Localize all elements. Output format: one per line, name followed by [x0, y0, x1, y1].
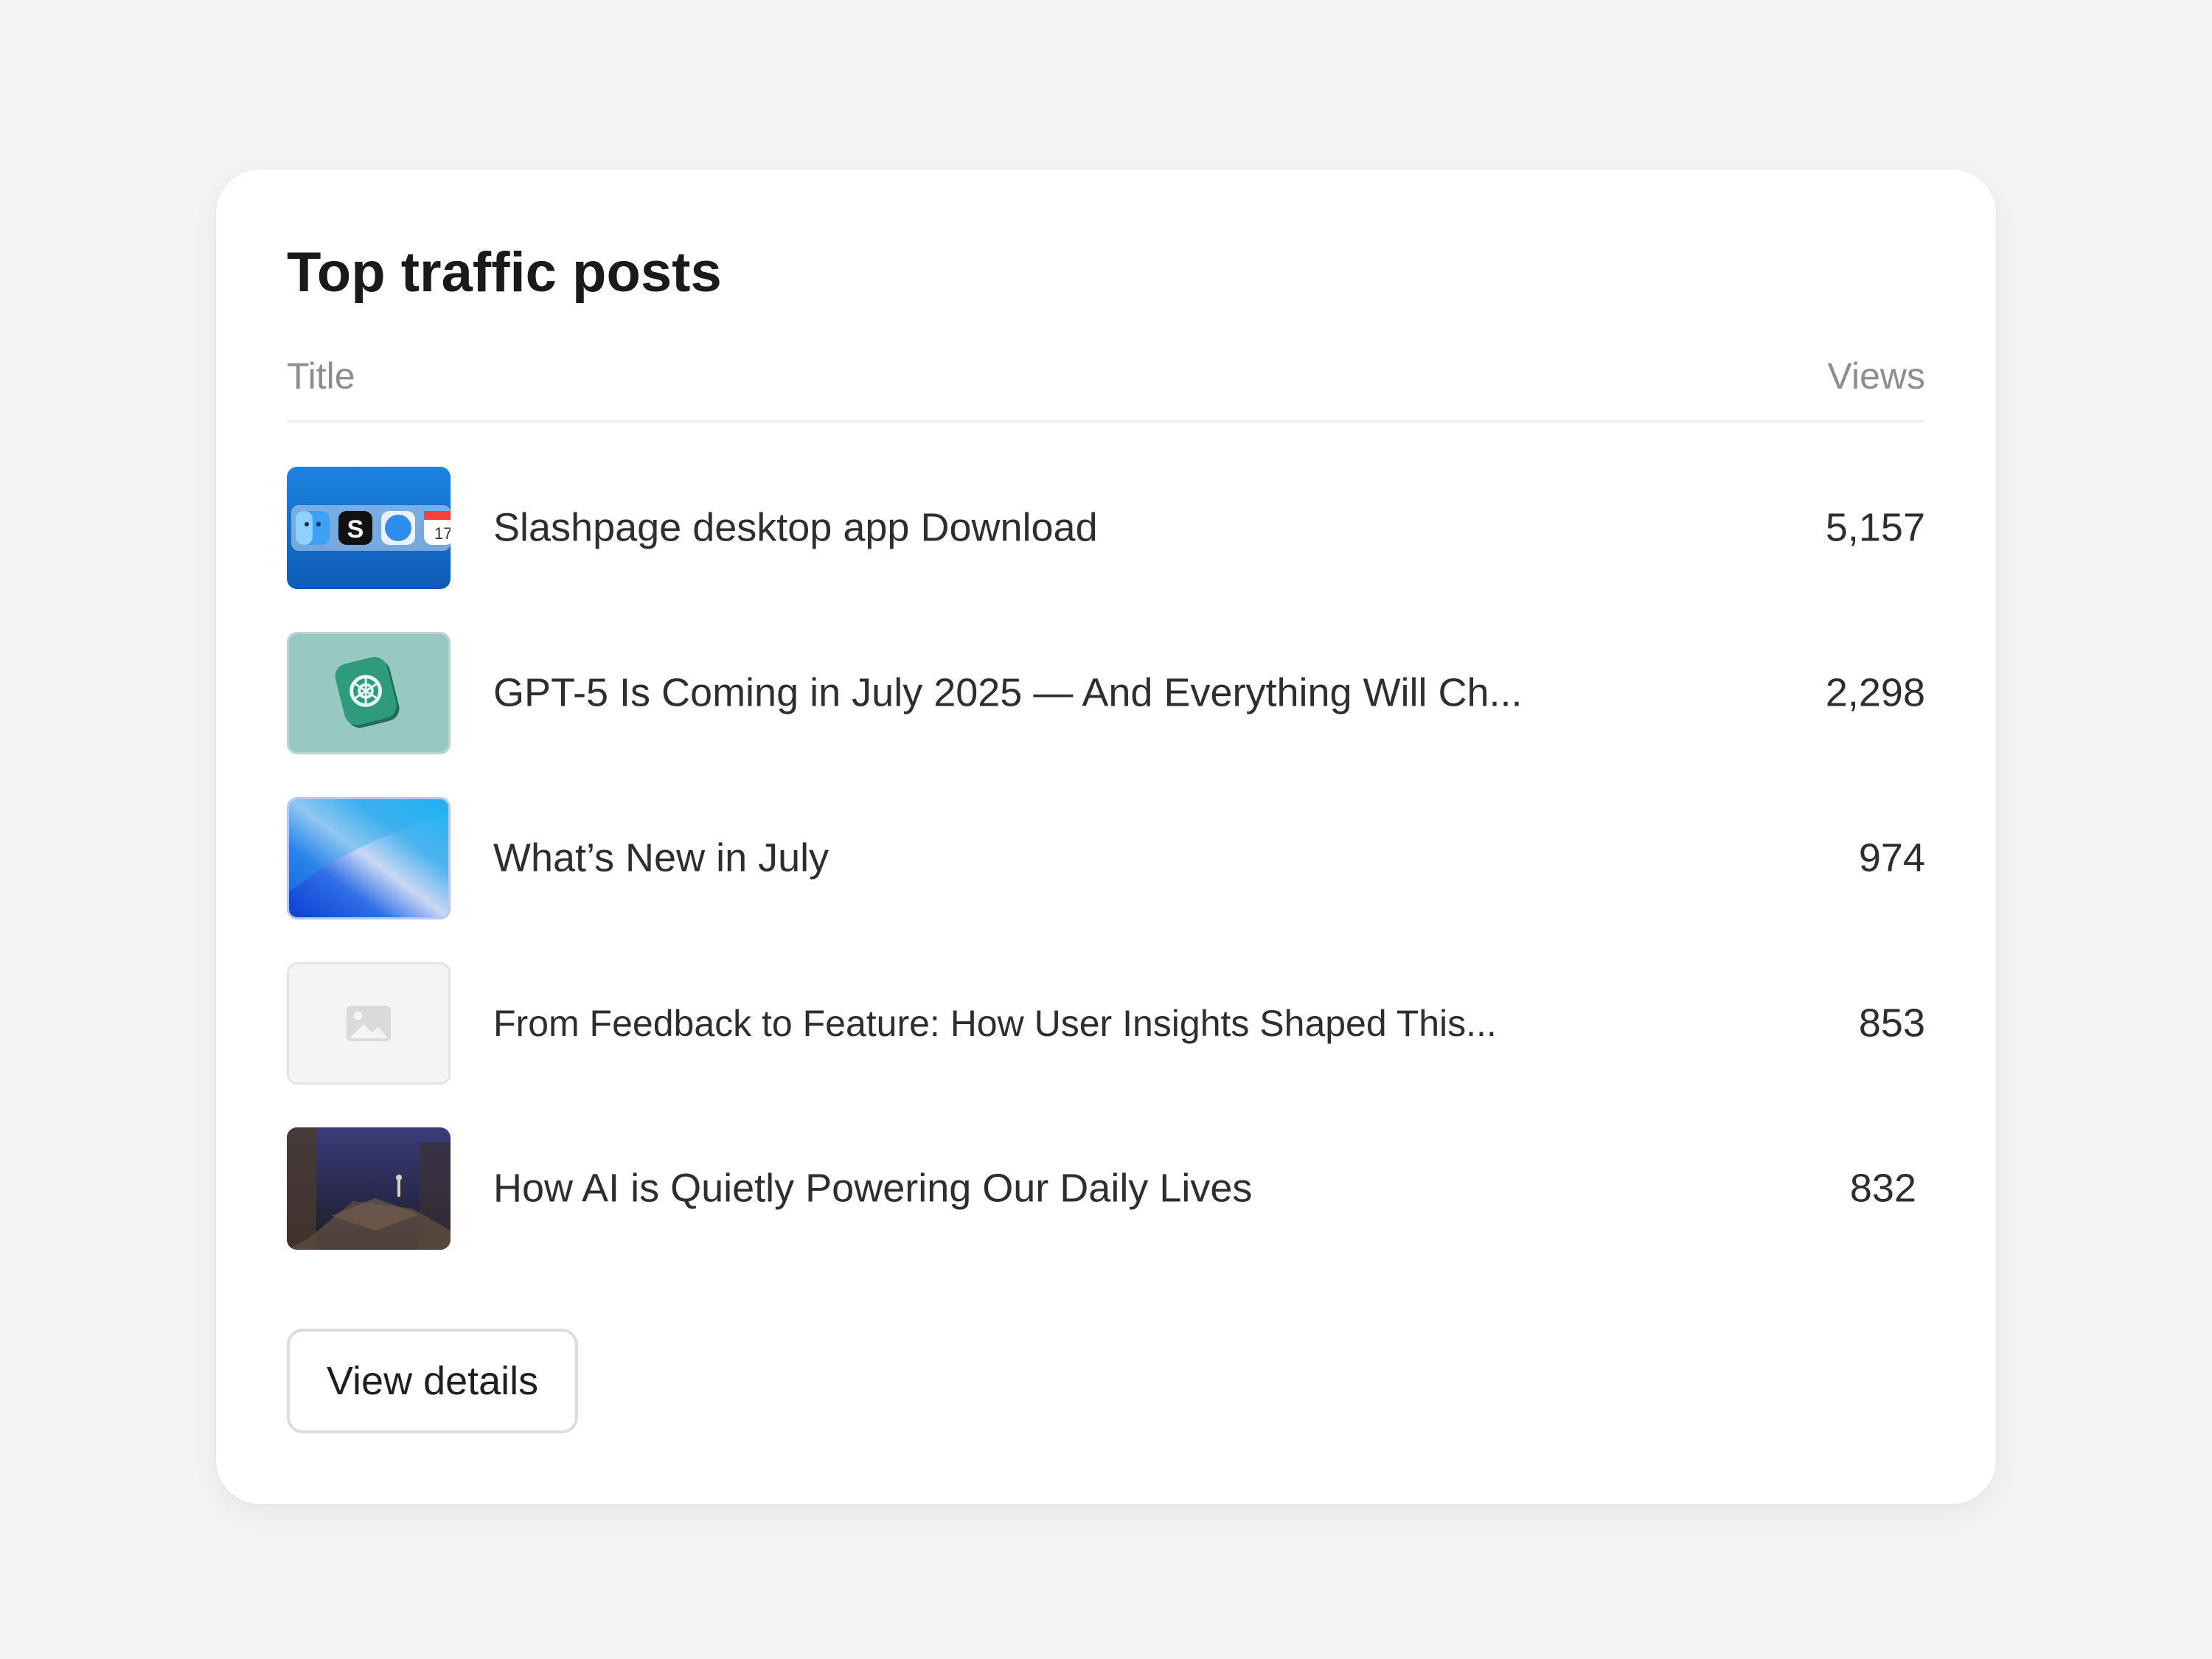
post-title[interactable]: What’s New in July	[493, 835, 829, 883]
post-row[interactable]: S 17 Slashpage desktop app Download 5,15…	[287, 467, 1925, 589]
post-title[interactable]: GPT-5 Is Coming in July 2025 — And Every…	[493, 669, 1523, 717]
post-views: 5,157	[1825, 505, 1925, 550]
post-row[interactable]: What’s New in July 974	[287, 797, 1925, 919]
post-row[interactable]: How AI is Quietly Powering Our Daily Liv…	[287, 1127, 1925, 1250]
post-thumbnail[interactable]: S 17	[287, 467, 451, 589]
post-row[interactable]: From Feedback to Feature: How User Insig…	[287, 962, 1925, 1085]
top-traffic-posts-card: Top traffic posts Title Views S 17 Slash…	[216, 170, 1996, 1504]
post-thumbnail[interactable]	[287, 962, 451, 1085]
post-title[interactable]: How AI is Quietly Powering Our Daily Liv…	[493, 1165, 1252, 1213]
svg-text:S: S	[347, 515, 364, 543]
post-title[interactable]: From Feedback to Feature: How User Insig…	[493, 1001, 1497, 1046]
header-divider	[287, 420, 1925, 422]
column-header-title: Title	[287, 355, 355, 397]
openai-logo-tile	[289, 634, 448, 752]
mac-dock-icons: S 17	[287, 467, 451, 589]
post-thumbnail[interactable]	[287, 797, 451, 919]
post-views: 832	[1849, 1166, 1916, 1211]
image-placeholder-icon	[289, 964, 448, 1082]
post-views: 853	[1858, 1001, 1925, 1046]
post-views: 2,298	[1825, 670, 1925, 715]
post-views: 974	[1858, 835, 1925, 880]
post-row[interactable]: GPT-5 Is Coming in July 2025 — And Every…	[287, 632, 1925, 754]
blue-gradient-abstract	[289, 799, 448, 917]
column-header-views: Views	[1827, 355, 1925, 397]
view-details-button[interactable]: View details	[287, 1329, 579, 1433]
card-title: Top traffic posts	[287, 241, 722, 304]
post-thumbnail[interactable]	[287, 1127, 451, 1250]
dark-game-scene	[287, 1127, 451, 1250]
post-title[interactable]: Slashpage desktop app Download	[493, 504, 1098, 552]
svg-text:17: 17	[434, 524, 451, 543]
post-thumbnail[interactable]	[287, 632, 451, 754]
